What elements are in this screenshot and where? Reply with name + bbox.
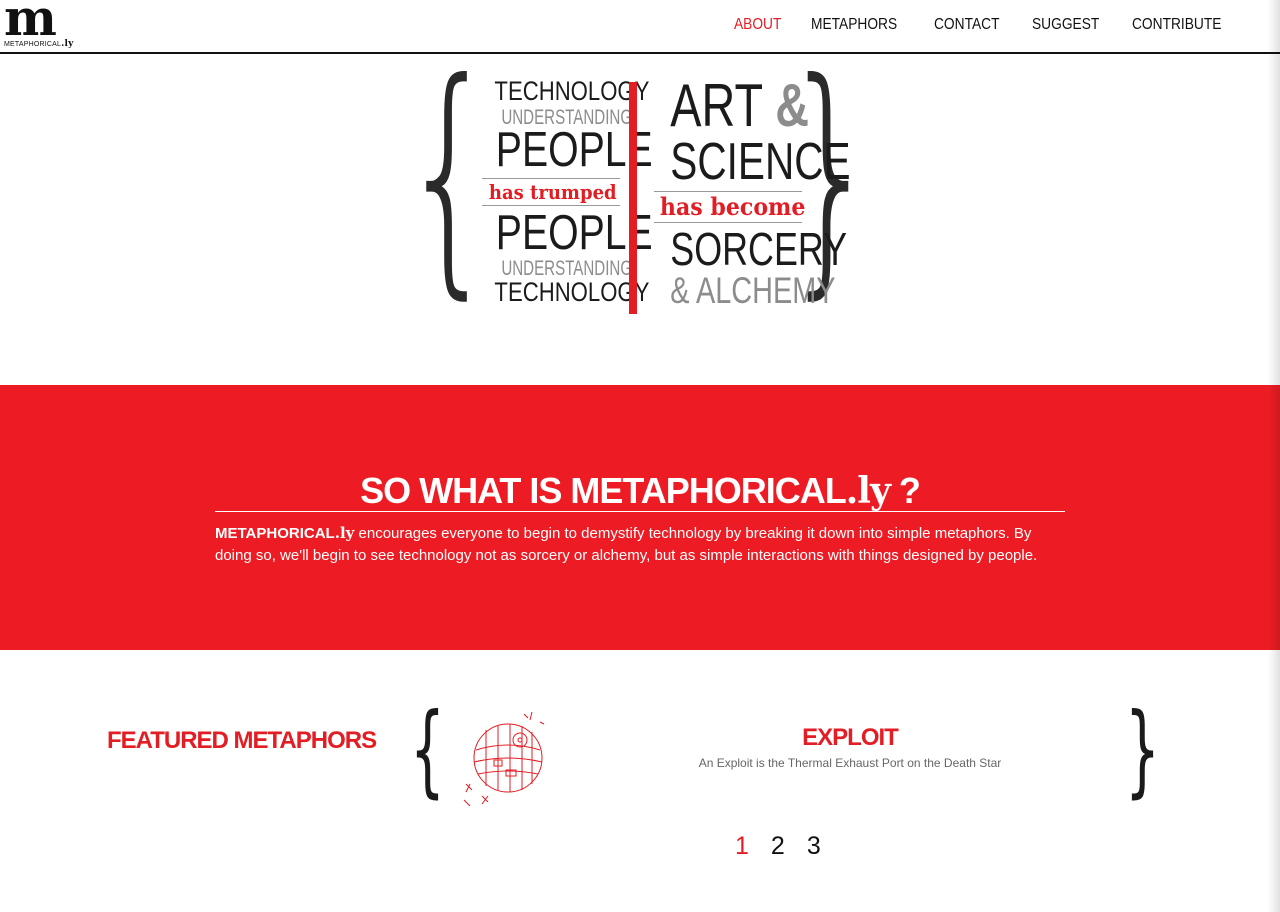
hero-word: TECHNOLOGY <box>494 76 650 106</box>
carousel-pager: 1 2 3 <box>735 832 821 861</box>
hero-connector: has trumped <box>488 180 617 204</box>
metaphor-title[interactable]: EXPLOIT <box>700 724 1000 752</box>
about-divider <box>215 511 1065 512</box>
hero-word: PEOPLE <box>495 123 653 177</box>
left-brace-icon: { <box>410 691 445 808</box>
right-brace-icon: } <box>1125 691 1160 808</box>
hero-word-row: ART & <box>670 72 810 139</box>
page-link-1[interactable]: 1 <box>735 832 749 861</box>
scroll-shadow <box>1268 0 1280 912</box>
about-title: SO WHAT IS METAPHORICAL.ly ? <box>360 470 921 512</box>
page-link-3[interactable]: 3 <box>807 832 821 861</box>
nav-contact[interactable]: CONTACT <box>934 16 999 34</box>
site-logo[interactable]: m METAPHORICAL.ly <box>4 0 73 50</box>
about-description: METAPHORICAL.ly encourages everyone to b… <box>215 524 1038 564</box>
hero-connector: has become <box>659 192 806 221</box>
metaphor-description: An Exploit is the Thermal Exhaust Port o… <box>698 756 1002 770</box>
brand-name: METAPHORICAL.ly <box>215 524 355 542</box>
about-section: SO WHAT IS METAPHORICAL.ly ? METAPHORICA… <box>0 385 1280 650</box>
logo-subtitle: METAPHORICAL.ly <box>4 39 74 49</box>
hero-right-column: ART & SCIENCE has become SORCERY & ALCHE… <box>654 72 851 311</box>
hero-divider-bar <box>629 82 637 314</box>
nav-contribute[interactable]: CONTRIBUTE <box>1132 16 1221 34</box>
hero-word: TECHNOLOGY <box>494 277 650 307</box>
hero-left-column: TECHNOLOGY UNDERSTANDING PEOPLE has trum… <box>482 76 653 307</box>
featured-heading: FEATURED METAPHORS <box>107 727 377 754</box>
nav-about[interactable]: ABOUT <box>734 16 781 34</box>
page-link-2[interactable]: 2 <box>771 832 785 861</box>
hero-word: UNDERSTANDING <box>501 257 633 280</box>
hero-word: PEOPLE <box>495 206 653 260</box>
site-header: m METAPHORICAL.ly ABOUT METAPHORS CONTAC… <box>0 0 1280 54</box>
hero-word: & ALCHEMY <box>670 270 836 311</box>
death-star-icon[interactable] <box>458 710 550 814</box>
hero-graphic: { } TECHNOLOGY UNDERSTANDING PEOPLE has … <box>400 50 880 322</box>
divider <box>482 178 620 179</box>
nav-suggest[interactable]: SUGGEST <box>1032 16 1099 34</box>
hero-word: SORCERY <box>670 223 848 275</box>
hero-word: SCIENCE <box>670 133 851 191</box>
